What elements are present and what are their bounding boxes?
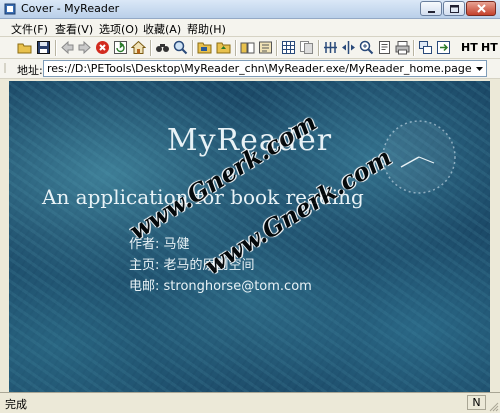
windows-icon[interactable] [418, 40, 433, 55]
menu-options[interactable]: 选项(O) [99, 21, 138, 37]
toolbar-separator [318, 40, 320, 56]
vertical-scrollbar[interactable] [490, 81, 500, 392]
window-title: Cover - MyReader [21, 2, 120, 15]
open-folder-icon[interactable] [17, 40, 32, 55]
menu-help[interactable]: 帮助(H) [187, 21, 226, 37]
back-arrow-icon[interactable] [60, 40, 75, 55]
toolbar: HT HT [0, 37, 500, 59]
menu-bar: 文件(F) 查看(V) 选项(O) 收藏(A) 帮助(H) [0, 19, 500, 37]
minimize-button[interactable] [420, 1, 442, 16]
menu-view[interactable]: 查看(V) [55, 21, 93, 37]
search-icon[interactable] [173, 40, 188, 55]
address-bar: 地址: res://D:\PETools\Desktop\MyReader_ch… [0, 59, 500, 79]
toolbar-separator [150, 40, 152, 56]
folder-icon[interactable] [197, 40, 212, 55]
menu-file[interactable]: 文件(F) [11, 21, 48, 37]
stop-icon[interactable] [95, 40, 110, 55]
split-icon[interactable] [341, 40, 356, 55]
close-icon [476, 4, 486, 13]
toolbar-separator [413, 40, 415, 56]
zoom-icon[interactable] [359, 40, 374, 55]
chevron-down-icon [475, 66, 483, 71]
columns-icon[interactable] [323, 40, 338, 55]
copy-icon[interactable] [299, 40, 314, 55]
toolbar-separator [55, 40, 57, 56]
email-line[interactable]: 电邮: stronghorse@tom.com [129, 275, 312, 294]
maximize-icon [449, 4, 459, 13]
status-bar: 完成 N [0, 392, 500, 413]
resize-grip-icon[interactable] [489, 402, 499, 412]
app-window: Cover - MyReader 文件(F) 查看(V) 选项(O) 收藏(A)… [0, 0, 500, 413]
book-icon[interactable] [240, 40, 255, 55]
menu-favorites[interactable]: 收藏(A) [143, 21, 181, 37]
ht-button-2[interactable]: HT [481, 41, 498, 54]
close-button[interactable] [466, 1, 496, 16]
address-label: 地址: [17, 64, 43, 77]
title-bar[interactable]: Cover - MyReader [0, 0, 500, 19]
toolbar-separator [235, 40, 237, 56]
address-input[interactable]: res://D:\PETools\Desktop\MyReader_chn\My… [43, 60, 487, 77]
status-text: 完成 [5, 398, 27, 411]
home-icon[interactable] [131, 40, 146, 55]
export-icon[interactable] [436, 40, 451, 55]
refresh-icon[interactable] [113, 40, 128, 55]
reader-content[interactable]: MyReader An application for book reading… [9, 81, 490, 392]
find-icon[interactable] [155, 40, 170, 55]
minimize-icon [427, 10, 435, 13]
address-value: res://D:\PETools\Desktop\MyReader_chn\My… [47, 62, 472, 75]
status-mode-indicator: N [467, 395, 486, 410]
toolbar-separator [276, 40, 278, 56]
bookmarks-icon[interactable] [258, 40, 273, 55]
ht-button[interactable]: HT [461, 41, 478, 54]
app-icon [4, 3, 16, 15]
toolbar-grip-icon [4, 63, 6, 73]
maximize-button[interactable] [443, 1, 465, 16]
print-icon[interactable] [395, 40, 410, 55]
save-icon[interactable] [36, 40, 51, 55]
grid-view-icon[interactable] [281, 40, 296, 55]
address-dropdown-button[interactable] [472, 61, 486, 76]
folder-up-icon[interactable] [216, 40, 231, 55]
forward-arrow-icon[interactable] [77, 40, 92, 55]
toolbar-separator [192, 40, 194, 56]
page-icon[interactable] [377, 40, 392, 55]
